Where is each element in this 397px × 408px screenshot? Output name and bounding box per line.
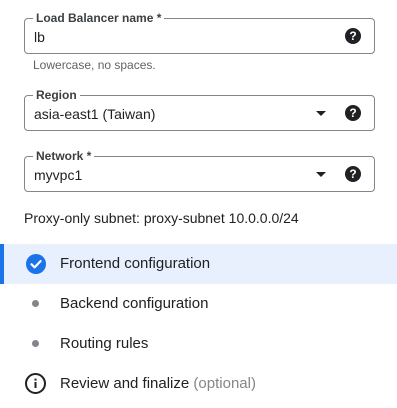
step-label: Backend configuration [60,295,209,312]
network-select[interactable]: Network * myvpc1 ? [24,148,375,192]
region-label: Region [33,87,80,103]
help-icon[interactable]: ? [345,28,361,44]
step-review-and-finalize[interactable]: Review and finalize (optional) [0,364,397,404]
step-label: Review and finalize (optional) [60,375,256,393]
help-icon[interactable]: ? [345,166,361,182]
step-label-text: Review and finalize [60,375,190,392]
help-icon[interactable]: ? [345,105,361,121]
lb-name-hint: Lowercase, no spaces. [33,58,156,72]
region-value: asia-east1 (Taiwan) [34,106,156,122]
caret-down-icon[interactable] [316,172,326,177]
caret-down-icon[interactable] [316,111,326,116]
lb-name-label: Load Balancer name * [33,10,165,26]
step-label: Frontend configuration [60,255,211,272]
step-backend-configuration[interactable]: Backend configuration [0,284,397,324]
region-select[interactable]: Region asia-east1 (Taiwan) ? [24,87,375,131]
dot-icon [32,340,39,347]
step-frontend-configuration[interactable]: Frontend configuration [0,244,397,284]
lb-name-field[interactable]: Load Balancer name * lb ? [24,10,375,54]
proxy-subnet-text: Proxy-only subnet: proxy-subnet 10.0.0.0… [24,210,299,226]
step-label: Routing rules [60,335,149,352]
optional-tag: (optional) [193,375,256,392]
network-label: Network * [33,148,95,164]
step-routing-rules[interactable]: Routing rules [0,324,397,364]
info-icon [25,373,46,394]
network-value: myvpc1 [34,167,83,183]
dot-icon [32,300,39,307]
check-circle-icon [26,254,46,274]
lb-name-input[interactable]: lb [34,28,45,46]
